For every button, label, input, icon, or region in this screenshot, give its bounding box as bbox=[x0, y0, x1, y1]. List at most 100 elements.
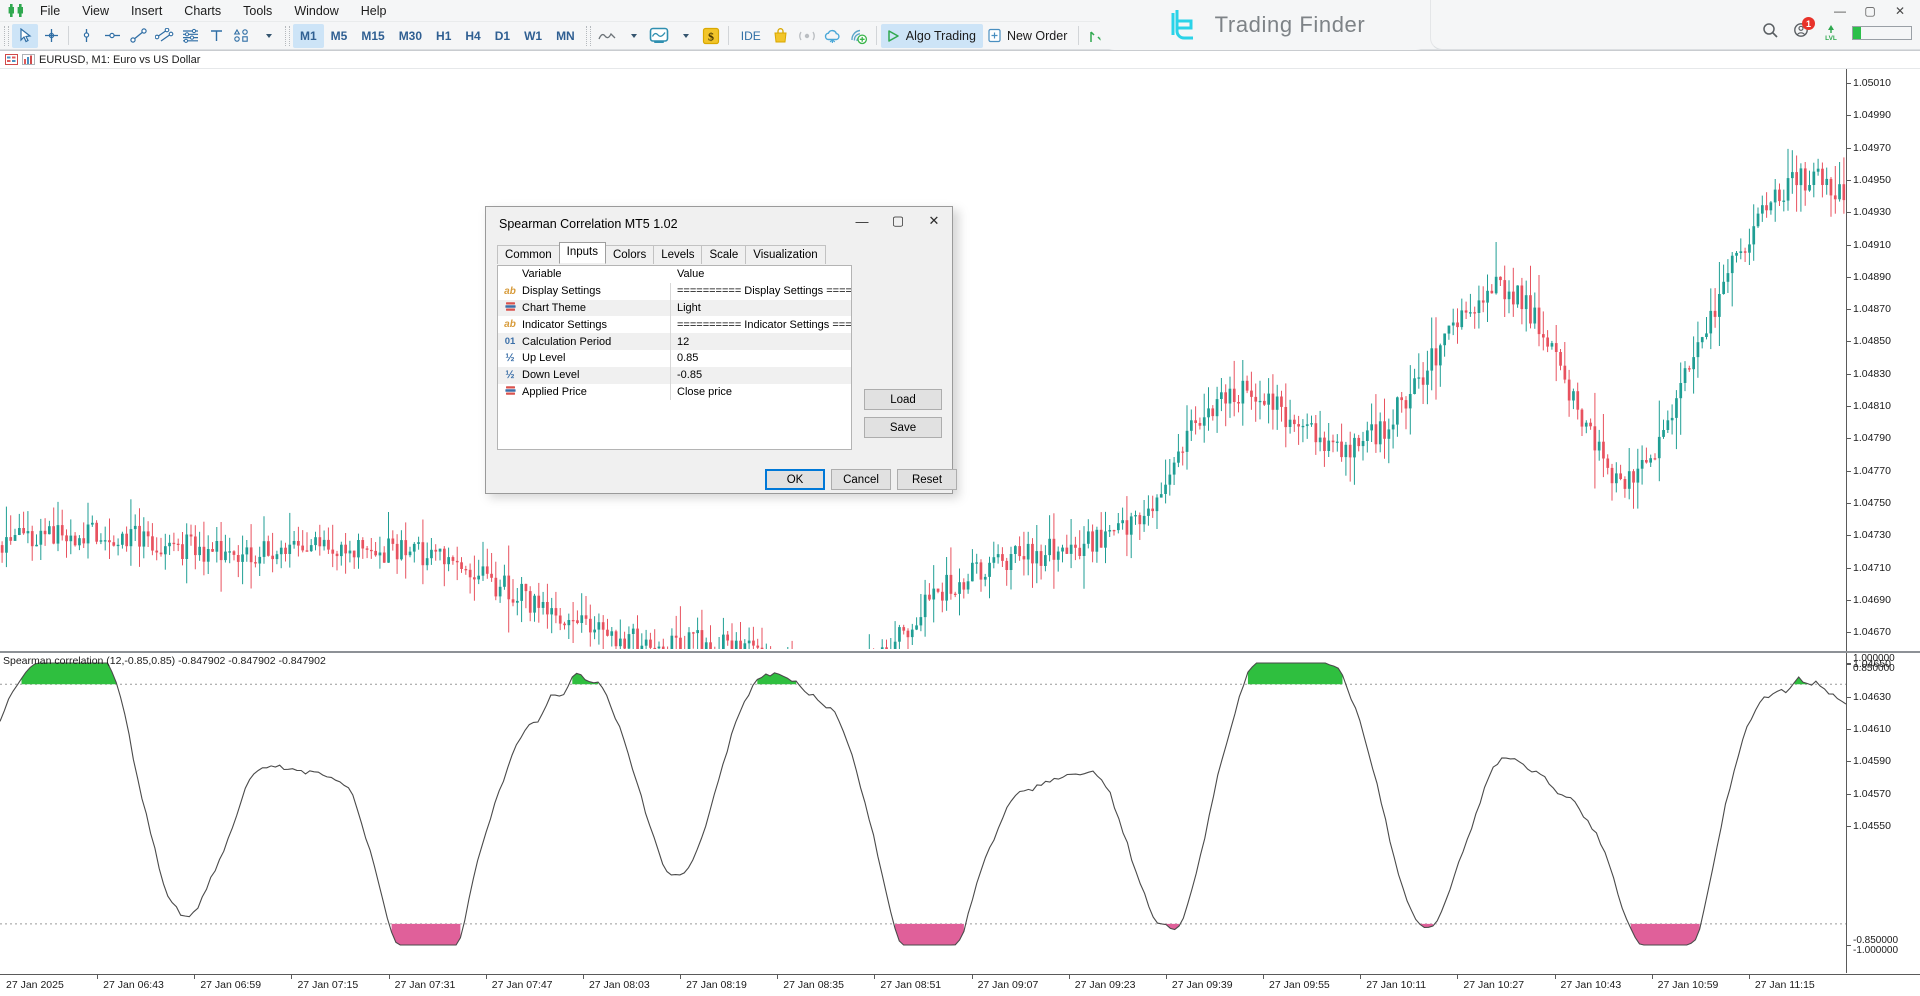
toolbar-grip-timeframes[interactable] bbox=[285, 26, 290, 46]
time-axis-tick bbox=[874, 975, 875, 979]
menu-item-help[interactable]: Help bbox=[350, 1, 398, 21]
search-icon[interactable] bbox=[1762, 22, 1779, 44]
tab-levels[interactable]: Levels bbox=[653, 245, 702, 264]
currency-icon[interactable]: $ bbox=[698, 24, 724, 48]
timeframe-h1-button[interactable]: H1 bbox=[429, 24, 458, 48]
cursor-tool-button[interactable] bbox=[12, 24, 38, 48]
new-order-button[interactable]: New Order bbox=[983, 24, 1074, 48]
input-value[interactable]: 12 bbox=[671, 333, 851, 350]
dialog-titlebar[interactable]: Spearman Correlation MT5 1.02 — ▢ ✕ bbox=[486, 207, 952, 241]
text-tool-button[interactable] bbox=[203, 24, 229, 48]
time-axis-tick bbox=[583, 975, 584, 979]
input-value[interactable]: Close price bbox=[671, 384, 851, 401]
account-notifications-icon[interactable]: 1 bbox=[1793, 22, 1810, 44]
inputs-grid-row[interactable]: Chart Theme Light bbox=[498, 300, 851, 317]
time-axis-label: 27 Jan 11:15 bbox=[1755, 979, 1815, 991]
crosshair-tool-button[interactable] bbox=[38, 24, 64, 48]
input-value[interactable]: 0.85 bbox=[671, 350, 851, 367]
timeframe-m15-button[interactable]: M15 bbox=[354, 24, 391, 48]
price-axis-label: 1.04870 bbox=[1853, 303, 1891, 315]
menu-item-charts[interactable]: Charts bbox=[173, 1, 232, 21]
maximize-window-button[interactable]: ▢ bbox=[1856, 2, 1884, 20]
indicators-dropdown-caret-icon[interactable] bbox=[672, 24, 698, 48]
inputs-grid-row[interactable]: abIndicator Settings========== Indicator… bbox=[498, 316, 851, 333]
vertical-line-tool-button[interactable] bbox=[73, 24, 99, 48]
price-axis-label: 1.04990 bbox=[1853, 109, 1891, 121]
chart-window-icon bbox=[5, 54, 18, 65]
timeframe-m1-button[interactable]: M1 bbox=[293, 24, 324, 48]
toolbar-grip-charttools[interactable] bbox=[586, 26, 591, 46]
horizontal-line-tool-button[interactable] bbox=[99, 24, 125, 48]
menu-item-tools[interactable]: Tools bbox=[232, 1, 283, 21]
input-variable-name: Applied Price bbox=[522, 386, 587, 398]
trendline-tool-button[interactable] bbox=[125, 24, 151, 48]
input-variable-name: Chart Theme bbox=[522, 302, 586, 314]
menu-item-insert[interactable]: Insert bbox=[120, 1, 173, 21]
signals-icon[interactable] bbox=[794, 24, 820, 48]
market-bag-icon[interactable] bbox=[768, 24, 794, 48]
time-axis-label: 27 Jan 07:47 bbox=[492, 979, 553, 991]
time-axis-tick bbox=[1166, 975, 1167, 979]
input-type-01-icon: 01 bbox=[503, 336, 517, 347]
save-button[interactable]: Save bbox=[864, 417, 942, 438]
toolbar-grip[interactable] bbox=[4, 26, 9, 46]
time-axis-tick bbox=[1263, 975, 1264, 979]
tab-visualization[interactable]: Visualization bbox=[745, 245, 825, 264]
time-axis-tick bbox=[291, 975, 292, 979]
timeframe-w1-button[interactable]: W1 bbox=[517, 24, 549, 48]
tab-scale[interactable]: Scale bbox=[701, 245, 746, 264]
dialog-maximize-button[interactable]: ▢ bbox=[880, 207, 916, 235]
inputs-grid[interactable]: Variable Value abDisplay Settings=======… bbox=[497, 265, 852, 450]
menu-item-window[interactable]: Window bbox=[283, 1, 349, 21]
fibonacci-tool-button[interactable] bbox=[177, 24, 203, 48]
input-type-ab-icon: ab bbox=[503, 286, 517, 297]
line-chart-icon[interactable] bbox=[594, 24, 620, 48]
input-value[interactable]: -0.85 bbox=[671, 367, 851, 384]
chart-symbol-tab[interactable]: EURUSD, M1: Euro vs US Dollar bbox=[0, 51, 1920, 69]
chart-type-dropdown-caret-icon[interactable] bbox=[620, 24, 646, 48]
close-window-button[interactable]: ✕ bbox=[1886, 2, 1914, 20]
input-value[interactable]: ========== Indicator Settings =====... bbox=[671, 316, 851, 333]
price-axis-label: 1.04970 bbox=[1853, 142, 1891, 154]
timeframe-m30-button[interactable]: M30 bbox=[392, 24, 429, 48]
timeframe-h4-button[interactable]: H4 bbox=[458, 24, 487, 48]
time-axis-label: 27 Jan 08:19 bbox=[686, 979, 747, 991]
dialog-close-button[interactable]: ✕ bbox=[916, 207, 952, 235]
shapes-tool-button[interactable] bbox=[229, 24, 255, 48]
inputs-grid-header: Variable Value bbox=[498, 266, 851, 283]
inputs-grid-row[interactable]: abDisplay Settings========== Display Set… bbox=[498, 283, 851, 300]
tab-colors[interactable]: Colors bbox=[605, 245, 654, 264]
ide-button[interactable]: IDE bbox=[733, 24, 768, 48]
inputs-grid-row[interactable]: ½Up Level0.85 bbox=[498, 350, 851, 367]
inputs-grid-row[interactable]: 01Calculation Period12 bbox=[498, 333, 851, 350]
indicators-icon[interactable] bbox=[646, 24, 672, 48]
channel-tool-button[interactable] bbox=[151, 24, 177, 48]
inputs-grid-row[interactable]: Applied Price Close price bbox=[498, 384, 851, 401]
input-type-enum-icon bbox=[503, 385, 517, 399]
shapes-dropdown-caret-icon[interactable] bbox=[255, 24, 281, 48]
input-variable-name: Indicator Settings bbox=[522, 319, 607, 331]
menu-item-view[interactable]: View bbox=[71, 1, 120, 21]
timeframe-d1-button[interactable]: D1 bbox=[488, 24, 517, 48]
inputs-grid-row[interactable]: ½Down Level-0.85 bbox=[498, 367, 851, 384]
algo-trading-button[interactable]: Algo Trading bbox=[881, 24, 983, 48]
input-value[interactable]: ========== Display Settings ======... bbox=[671, 283, 851, 300]
time-axis[interactable]: 27 Jan 202527 Jan 06:4327 Jan 06:5927 Ja… bbox=[0, 974, 1920, 996]
minimize-window-button[interactable]: — bbox=[1826, 2, 1854, 20]
ok-button[interactable]: OK bbox=[765, 469, 825, 490]
price-axis-tick bbox=[1847, 632, 1851, 633]
price-axis-label: 1.04730 bbox=[1853, 529, 1891, 541]
copy-trading-icon[interactable] bbox=[846, 24, 872, 48]
cancel-button[interactable]: Cancel bbox=[831, 469, 891, 490]
dialog-minimize-button[interactable]: — bbox=[844, 207, 880, 235]
reset-button[interactable]: Reset bbox=[897, 469, 957, 490]
load-button[interactable]: Load bbox=[864, 389, 942, 410]
timeframe-mn-button[interactable]: MN bbox=[549, 24, 582, 48]
tab-common[interactable]: Common bbox=[497, 245, 560, 264]
menu-item-file[interactable]: File bbox=[29, 1, 71, 21]
cloud-vps-icon[interactable] bbox=[820, 24, 846, 48]
price-axis-label: 1.04790 bbox=[1853, 432, 1891, 444]
tab-inputs[interactable]: Inputs bbox=[559, 242, 606, 263]
timeframe-m5-button[interactable]: M5 bbox=[324, 24, 355, 48]
input-value[interactable]: Light bbox=[671, 300, 851, 317]
